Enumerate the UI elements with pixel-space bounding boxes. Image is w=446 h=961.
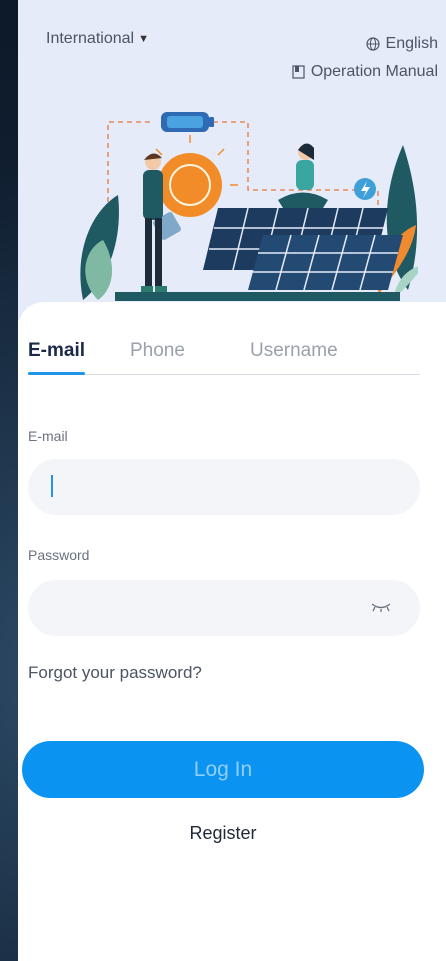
tab-username[interactable]: Username: [250, 340, 338, 362]
password-label: Password: [28, 547, 90, 563]
login-button[interactable]: Log In: [22, 741, 424, 798]
eye-closed-icon[interactable]: [370, 599, 392, 613]
book-icon: [292, 65, 305, 79]
register-link[interactable]: Register: [0, 823, 446, 844]
hero-banner: International ▼ English Operation Manual: [18, 0, 446, 320]
password-input[interactable]: [28, 580, 420, 636]
solar-illustration: [80, 112, 418, 301]
language-selector[interactable]: English: [292, 30, 438, 58]
region-selector[interactable]: International ▼: [46, 30, 149, 48]
caret-down-icon: ▼: [138, 33, 149, 45]
tab-phone[interactable]: Phone: [130, 340, 185, 362]
active-tab-indicator: [28, 372, 85, 375]
email-label: E-mail: [28, 428, 68, 444]
globe-icon: [365, 37, 380, 51]
manual-label: Operation Manual: [310, 63, 438, 80]
email-input[interactable]: [28, 459, 420, 515]
login-method-tabs: E-mail Phone Username: [28, 340, 420, 375]
operation-manual-link[interactable]: Operation Manual: [292, 58, 438, 86]
text-cursor: [51, 475, 53, 497]
region-label: International: [46, 30, 135, 47]
tab-email[interactable]: E-mail: [28, 340, 85, 362]
header-links: English Operation Manual: [292, 30, 438, 86]
forgot-password-link[interactable]: Forgot your password?: [28, 663, 202, 683]
language-label: English: [385, 35, 438, 52]
